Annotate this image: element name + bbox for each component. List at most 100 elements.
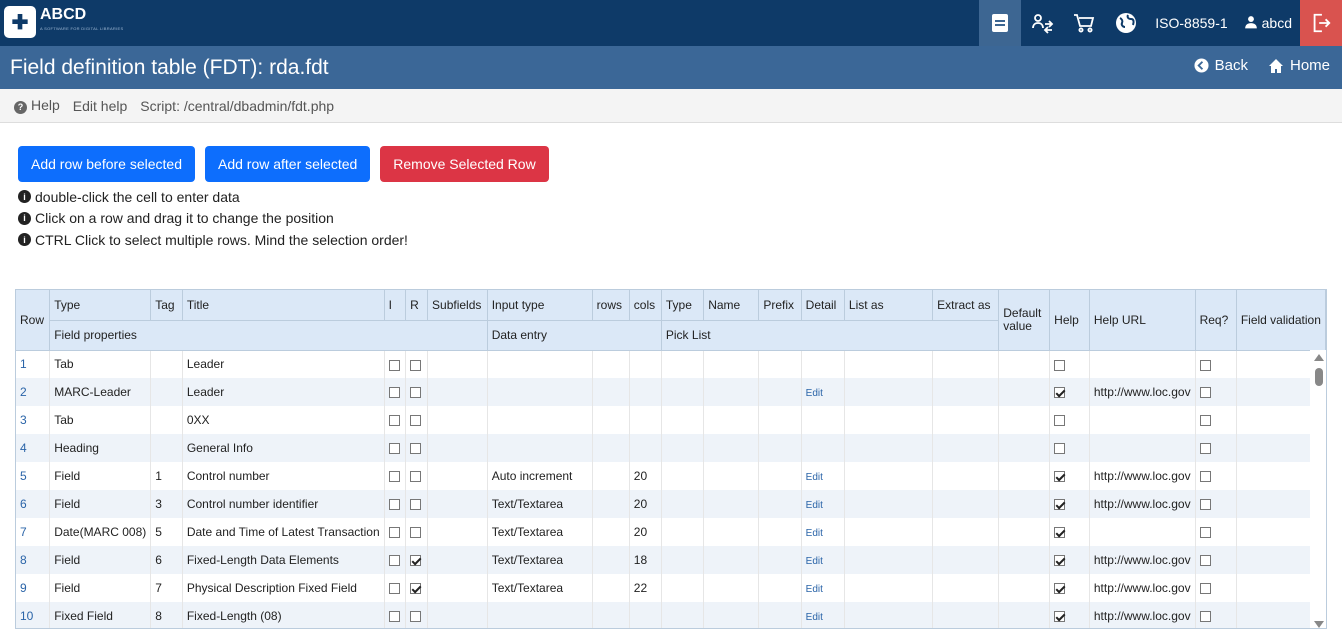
cell-tag[interactable]: 3 bbox=[150, 490, 183, 518]
cell-list-as[interactable] bbox=[844, 378, 934, 406]
cell-type[interactable]: Fixed Field bbox=[49, 602, 152, 628]
cell-detail[interactable] bbox=[801, 406, 845, 434]
r-checkbox[interactable] bbox=[410, 443, 422, 455]
cell-extract-as[interactable] bbox=[932, 378, 1000, 406]
cell-cols[interactable]: 20 bbox=[629, 462, 662, 490]
i-checkbox[interactable] bbox=[388, 527, 400, 539]
cell-prefix[interactable] bbox=[758, 378, 802, 406]
cell-subfields[interactable] bbox=[427, 518, 488, 546]
cell-cols[interactable] bbox=[629, 434, 662, 462]
cell-type[interactable]: Tab bbox=[49, 406, 152, 434]
req-checkbox[interactable] bbox=[1199, 611, 1211, 623]
cell-prefix[interactable] bbox=[758, 518, 802, 546]
col-cols[interactable]: cols bbox=[629, 290, 662, 321]
table-row[interactable]: 9 Field 7 Physical Description Fixed Field T… bbox=[16, 574, 1326, 602]
cell-input-type[interactable] bbox=[487, 434, 593, 462]
i-checkbox[interactable] bbox=[388, 611, 400, 623]
cell-help-url[interactable]: http://www.loc.gov bbox=[1089, 462, 1196, 490]
cell-name[interactable] bbox=[703, 350, 760, 378]
cell-detail[interactable] bbox=[801, 350, 845, 378]
cell-title[interactable]: Physical Description Fixed Field bbox=[182, 574, 385, 602]
cell-title[interactable]: 0XX bbox=[182, 406, 385, 434]
cell-picklist-type[interactable] bbox=[661, 462, 705, 490]
cell-input-type[interactable] bbox=[487, 602, 593, 628]
cell-extract-as[interactable] bbox=[932, 546, 1000, 574]
vertical-scrollbar[interactable] bbox=[1310, 350, 1326, 628]
row-number[interactable]: 4 bbox=[16, 434, 51, 462]
cell-prefix[interactable] bbox=[758, 434, 802, 462]
cell-detail[interactable]: Edit bbox=[801, 546, 845, 574]
cell-help-url[interactable]: http://www.loc.gov bbox=[1089, 546, 1196, 574]
cell-list-as[interactable] bbox=[844, 546, 934, 574]
cell-title[interactable]: Fixed-Length (08) bbox=[182, 602, 385, 628]
cell-rows[interactable] bbox=[592, 546, 630, 574]
cell-subfields[interactable] bbox=[427, 574, 488, 602]
cell-extract-as[interactable] bbox=[932, 434, 1000, 462]
cell-tag[interactable] bbox=[150, 378, 183, 406]
edit-link[interactable]: Edit bbox=[806, 528, 823, 539]
edit-link[interactable]: Edit bbox=[806, 556, 823, 567]
cell-name[interactable] bbox=[703, 602, 760, 628]
cell-subfields[interactable] bbox=[427, 350, 488, 378]
cell-detail[interactable] bbox=[801, 434, 845, 462]
cell-default-value[interactable] bbox=[998, 378, 1051, 406]
cell-rows[interactable] bbox=[592, 434, 630, 462]
cell-default-value[interactable] bbox=[998, 518, 1051, 546]
r-checkbox[interactable] bbox=[410, 415, 422, 427]
cell-picklist-type[interactable] bbox=[661, 518, 705, 546]
col-type[interactable]: Type bbox=[49, 290, 152, 321]
cell-extract-as[interactable] bbox=[932, 518, 1000, 546]
cell-tag[interactable]: 8 bbox=[150, 602, 183, 628]
cell-tag[interactable]: 1 bbox=[150, 462, 183, 490]
cell-list-as[interactable] bbox=[844, 602, 934, 628]
i-checkbox[interactable] bbox=[388, 443, 400, 455]
cell-rows[interactable] bbox=[592, 378, 630, 406]
help-checkbox[interactable] bbox=[1054, 611, 1066, 623]
edit-link[interactable]: Edit bbox=[806, 612, 823, 623]
cell-title[interactable]: Date and Time of Latest Transaction bbox=[182, 518, 385, 546]
cell-list-as[interactable] bbox=[844, 518, 934, 546]
cell-subfields[interactable] bbox=[427, 462, 488, 490]
cell-list-as[interactable] bbox=[844, 434, 934, 462]
add-row-after-button[interactable]: Add row after selected bbox=[204, 146, 371, 182]
cell-detail[interactable]: Edit bbox=[801, 602, 845, 628]
i-checkbox[interactable] bbox=[388, 499, 400, 511]
help-checkbox[interactable] bbox=[1054, 527, 1066, 539]
cell-input-type[interactable] bbox=[487, 378, 593, 406]
col-prefix[interactable]: Prefix bbox=[758, 290, 802, 321]
cell-detail[interactable]: Edit bbox=[801, 574, 845, 602]
row-number[interactable]: 2 bbox=[16, 378, 51, 406]
req-checkbox[interactable] bbox=[1199, 555, 1211, 567]
cell-input-type[interactable]: Text/Textarea bbox=[487, 574, 593, 602]
row-number[interactable]: 1 bbox=[16, 350, 51, 378]
cell-help-url[interactable]: http://www.loc.gov bbox=[1089, 602, 1196, 628]
cell-prefix[interactable] bbox=[758, 350, 802, 378]
i-checkbox[interactable] bbox=[388, 359, 400, 371]
col-detail[interactable]: Detail bbox=[801, 290, 845, 321]
cell-default-value[interactable] bbox=[998, 602, 1051, 628]
help-checkbox[interactable] bbox=[1054, 415, 1066, 427]
cell-list-as[interactable] bbox=[844, 574, 934, 602]
cell-input-type[interactable] bbox=[487, 406, 593, 434]
cell-title[interactable]: Control number bbox=[182, 462, 385, 490]
cell-cols[interactable] bbox=[629, 406, 662, 434]
scroll-up-icon[interactable] bbox=[1314, 354, 1324, 361]
cell-tag[interactable] bbox=[150, 350, 183, 378]
cell-rows[interactable] bbox=[592, 350, 630, 378]
cell-prefix[interactable] bbox=[758, 462, 802, 490]
cell-cols[interactable]: 20 bbox=[629, 518, 662, 546]
edit-link[interactable]: Edit bbox=[806, 388, 823, 399]
cell-detail[interactable]: Edit bbox=[801, 462, 845, 490]
globe-icon[interactable] bbox=[1105, 0, 1147, 46]
col-help-url[interactable]: Help URL bbox=[1089, 290, 1196, 351]
cell-name[interactable] bbox=[703, 406, 760, 434]
r-checkbox[interactable] bbox=[410, 583, 422, 595]
cell-default-value[interactable] bbox=[998, 490, 1051, 518]
col-input-type[interactable]: Input type bbox=[487, 290, 593, 321]
cell-list-as[interactable] bbox=[844, 406, 934, 434]
cell-tag[interactable] bbox=[150, 434, 183, 462]
col-req[interactable]: Req? bbox=[1195, 290, 1237, 351]
cell-help-url[interactable] bbox=[1089, 406, 1196, 434]
cell-help-url[interactable] bbox=[1089, 434, 1196, 462]
cell-default-value[interactable] bbox=[998, 434, 1051, 462]
